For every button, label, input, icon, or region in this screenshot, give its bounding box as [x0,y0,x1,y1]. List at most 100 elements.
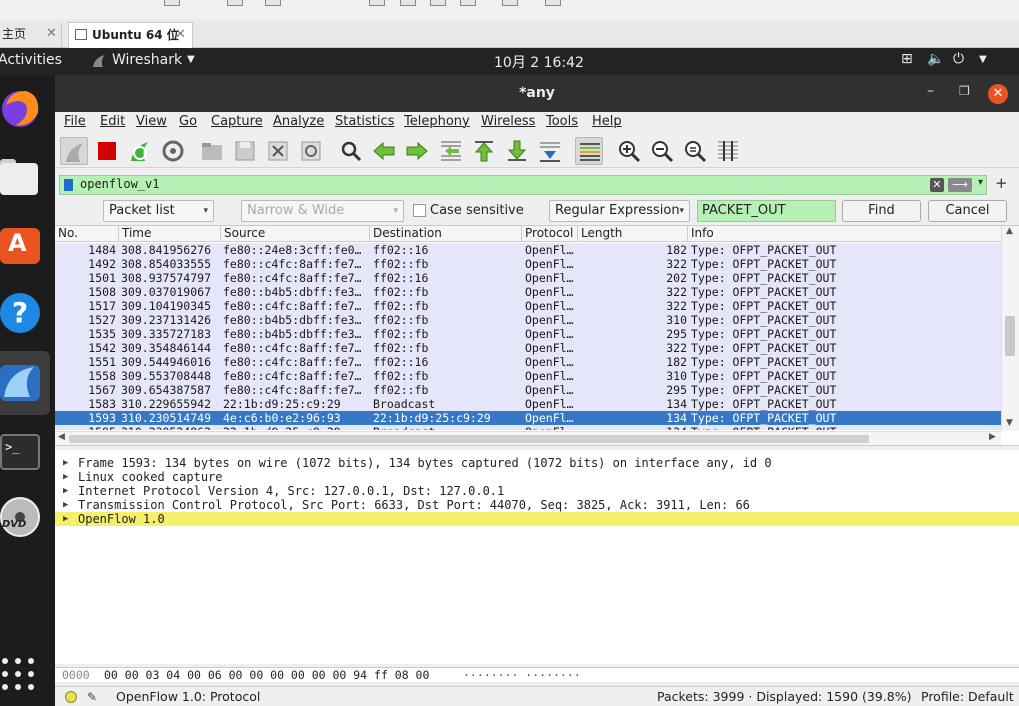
open-file-button[interactable] [198,137,226,165]
auto-scroll-button[interactable] [536,137,564,165]
minimize-button[interactable]: – [927,83,934,99]
tree-item[interactable]: ▶ Internet Protocol Version 4, Src: 127.0… [55,484,1019,498]
maximize-button[interactable]: ❐ [959,84,970,98]
add-filter-button[interactable]: + [995,174,1008,192]
scrollbar-thumb[interactable] [1005,316,1015,356]
zoom-in-button[interactable] [615,137,643,165]
help-icon[interactable]: ? [0,293,42,335]
files-icon[interactable] [0,157,42,199]
menu-capture[interactable]: Capture [211,114,263,129]
menu-file[interactable]: File [64,114,86,129]
table-row[interactable]: 1595 310.23052486222:1b:d9:25:c9:29Broadc… [55,425,1001,430]
table-row[interactable]: 1484 308.841956276 fe80::24e8:3cff:fe0… ff0… [55,243,1001,257]
column-info[interactable]: Info [687,226,1001,242]
table-row[interactable]: 1501 308.937574797 fe80::c4fc:8aff:fe7… ff0… [55,271,1001,285]
tree-item[interactable]: ▶ Transmission Control Protocol, Src Port… [55,498,1019,512]
profile-label[interactable]: Profile: Default [921,689,1014,704]
save-file-button[interactable] [231,137,259,165]
tree-item[interactable]: ▶ Frame 1593: 134 bytes on wire (1072 bit… [55,456,1019,470]
resize-columns-button[interactable] [714,137,742,165]
zoom-out-button[interactable] [648,137,676,165]
menu-statistics[interactable]: Statistics [335,114,394,129]
capture-options-button[interactable] [159,137,187,165]
column-destination[interactable]: Destination [369,226,521,242]
apply-filter-icon[interactable]: ⟶ [948,178,972,192]
table-row[interactable]: 1583 310.229655942 22:1b:d9:25:c9:29 Broadc… [55,397,1001,411]
terminal-icon[interactable]: >_ [0,432,42,474]
table-row[interactable]: 1542 309.354846144 fe80::c4fc:8aff:fe7… ff0… [55,341,1001,355]
scroll-up-icon[interactable]: ▲ [1006,226,1013,236]
dvd-icon[interactable]: DVD [0,497,42,539]
host-tool-icon[interactable] [545,0,561,6]
host-tab-ubuntu[interactable]: Ubuntu 64 位 ✕ [68,22,193,48]
software-icon[interactable]: A [0,225,42,267]
column-length[interactable]: Length [577,226,687,242]
table-row[interactable]: 1535 309.335727183 fe80::b4b5:dbff:fe3… ff0… [55,327,1001,341]
close-file-button[interactable] [264,137,292,165]
scrollbar-thumb[interactable] [69,435,869,443]
firefox-icon[interactable] [0,87,42,129]
reload-file-button[interactable] [297,137,325,165]
cancel-button[interactable]: Cancel [928,200,1007,222]
menu-go[interactable]: Go [179,114,197,129]
table-row[interactable]: 1558 309.553708448 fe80::c4fc:8aff:fe7… ff0… [55,369,1001,383]
tree-item[interactable]: ▶ OpenFlow 1.0 [55,512,1019,526]
find-input[interactable]: PACKET_OUT [697,200,836,222]
column-protocol[interactable]: Protocol [521,226,577,242]
go-first-button[interactable] [470,137,498,165]
expand-arrow-icon[interactable]: ▶ [63,498,68,512]
character-width-select[interactable]: Narrow & Wide ▾ [241,200,404,222]
restart-capture-button[interactable] [126,137,154,165]
menu-analyze[interactable]: Analyze [273,114,324,129]
column-no[interactable]: No. [55,226,118,242]
menu-edit[interactable]: Edit [100,114,125,129]
find-button[interactable]: Find [842,200,921,222]
app-menu[interactable]: Wireshark [112,52,182,68]
stop-capture-button[interactable] [93,137,121,165]
expand-arrow-icon[interactable]: ▶ [63,456,68,470]
host-tool-icon[interactable] [430,0,446,6]
table-row[interactable]: 1593 310.230514749 4e:c6:b0:e2:96:93 22:1b:… [55,411,1001,425]
tree-item[interactable]: ▶ Linux cooked capture [55,470,1019,484]
expand-arrow-icon[interactable]: ▶ [63,512,68,526]
system-tray[interactable]: ⊞ 🔈 ⏻ ▼ [901,51,1001,71]
host-tool-icon[interactable] [369,0,385,6]
table-row[interactable]: 1517 309.104190345 fe80::c4fc:8aff:fe7… ff0… [55,299,1001,313]
column-source[interactable]: Source [220,226,369,242]
menu-wireless[interactable]: Wireless [481,114,535,129]
column-time[interactable]: Time [118,226,220,242]
menu-tools[interactable]: Tools [546,114,578,129]
menu-telephony[interactable]: Telephony [404,114,470,129]
capture-comment-icon[interactable]: ✎ [87,690,97,704]
bookmark-icon[interactable] [64,179,73,191]
wireshark-icon[interactable] [0,361,42,403]
close-icon[interactable]: ✕ [175,23,186,47]
host-tool-icon[interactable] [164,0,180,6]
table-row[interactable]: 1492 308.854033555 fe80::c4fc:8aff:fe7… ff0… [55,257,1001,271]
search-in-select[interactable]: Packet list ▾ [103,200,214,222]
bytes-hex[interactable]: 00 00 03 04 00 06 00 00 00 00 00 00 94 f… [104,668,429,682]
bytes-ascii[interactable]: ········ ········ [463,668,581,682]
clock[interactable]: 10月 2 16:42 [494,52,584,72]
activities-button[interactable]: Activities [0,52,62,68]
expand-arrow-icon[interactable]: ▶ [63,484,68,498]
table-row[interactable]: 1567 309.654387587 fe80::c4fc:8aff:fe7… ff0… [55,383,1001,397]
table-row[interactable]: 1551 309.544946016 fe80::c4fc:8aff:fe7… ff0… [55,355,1001,369]
host-tool-icon[interactable] [460,0,476,6]
host-tool-icon[interactable] [227,0,243,6]
menu-view[interactable]: View [136,114,167,129]
scroll-left-icon[interactable]: ◀ [58,432,65,442]
host-tab-home[interactable]: 主页 ✕ [0,22,62,48]
menu-help[interactable]: Help [592,114,622,129]
show-apps-icon[interactable] [2,658,36,692]
table-row[interactable]: 1527 309.237131426 fe80::b4b5:dbff:fe3… ff0… [55,313,1001,327]
find-packet-button[interactable] [337,137,365,165]
scroll-down-icon[interactable]: ▼ [1006,418,1013,428]
go-forward-button[interactable] [403,137,431,165]
close-button[interactable]: ✕ [988,84,1008,104]
close-icon[interactable]: ✕ [46,22,57,46]
scroll-right-icon[interactable]: ▶ [989,432,996,442]
display-filter-input[interactable]: openflow_v1 ✕ ⟶ ▾ [59,175,987,195]
expert-info-indicator[interactable] [65,691,77,703]
zoom-reset-button[interactable] [681,137,709,165]
